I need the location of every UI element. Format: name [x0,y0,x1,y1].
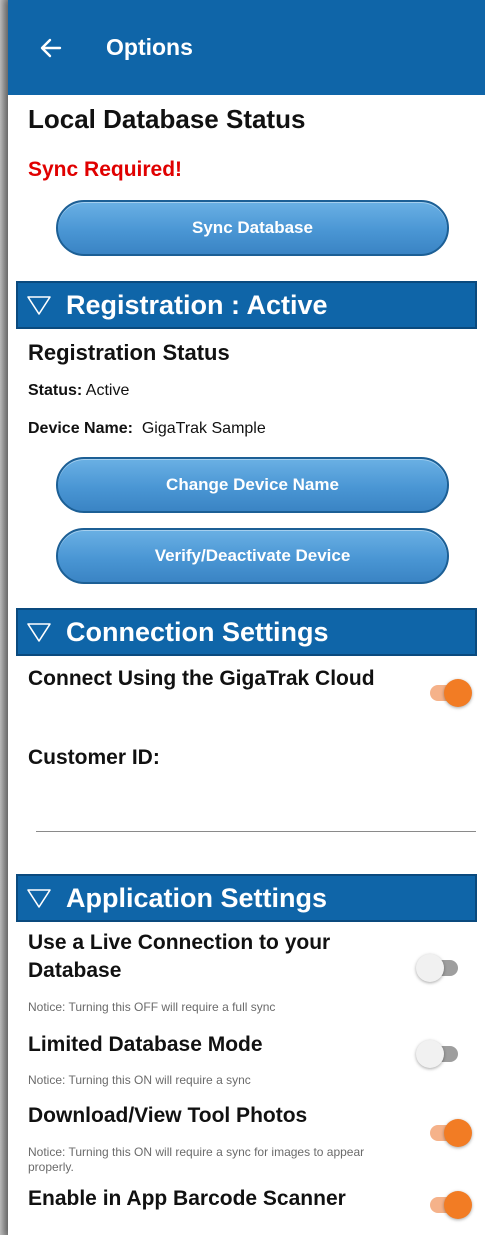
status-value: Active [85,382,130,399]
page-title: Options [106,34,193,60]
change-device-name-button[interactable]: Change Device Name [56,457,449,513]
collapse-triangle-icon [26,294,52,316]
application-section-header[interactable]: Application Settings [16,874,477,922]
barcode-scanner-toggle[interactable] [426,1189,472,1221]
customer-id-label: Customer ID: [28,746,160,769]
barcode-scanner-label: Enable in App Barcode Scanner [28,1187,346,1210]
limited-db-mode-toggle[interactable] [416,1038,462,1070]
device-name-row: Device Name: GigaTrak Sample [28,420,266,438]
live-connection-label: Use a Live Connection to your Database [28,931,331,982]
status-row: Status: Active [28,382,129,400]
device-name-label: Device Name: [28,420,133,437]
sync-database-button[interactable]: Sync Database [56,200,449,256]
sync-required-warning: Sync Required! [28,158,183,181]
status-label: Status: [28,382,83,399]
tool-photos-toggle[interactable] [426,1117,472,1149]
registration-section-title: Registration : Active [66,289,328,320]
cloud-connection-toggle[interactable] [426,677,472,709]
local-db-status-title: Local Database Status [28,104,306,134]
collapse-triangle-icon [26,621,52,643]
cloud-connection-label: Connect Using the GigaTrak Cloud [28,667,375,690]
customer-id-input[interactable] [36,792,476,830]
device-name-value: GigaTrak Sample [141,420,266,437]
live-connection-toggle[interactable] [416,952,462,984]
registration-status-title: Registration Status [28,340,230,365]
customer-id-underline [36,831,476,832]
live-connection-notice: Notice: Turning this OFF will require a … [28,1000,276,1014]
tool-photos-notice: Notice: Turning this ON will require a s… [28,1145,365,1174]
device-frame [0,0,8,1235]
connection-section-header[interactable]: Connection Settings [16,608,477,656]
arrow-left-icon[interactable] [40,37,62,59]
limited-db-mode-notice: Notice: Turning this ON will require a s… [28,1073,251,1087]
limited-db-mode-label: Limited Database Mode [28,1033,263,1056]
connection-section-title: Connection Settings [66,616,329,647]
registration-section-header[interactable]: Registration : Active [16,281,477,329]
tool-photos-label: Download/View Tool Photos [28,1104,308,1127]
options-screen: Options Local Database Status Sync Requi… [8,0,485,1235]
verify-deactivate-device-button[interactable]: Verify/Deactivate Device [56,528,449,584]
application-section-title: Application Settings [66,882,328,913]
app-bar: Options [8,0,485,95]
collapse-triangle-icon [26,887,52,909]
